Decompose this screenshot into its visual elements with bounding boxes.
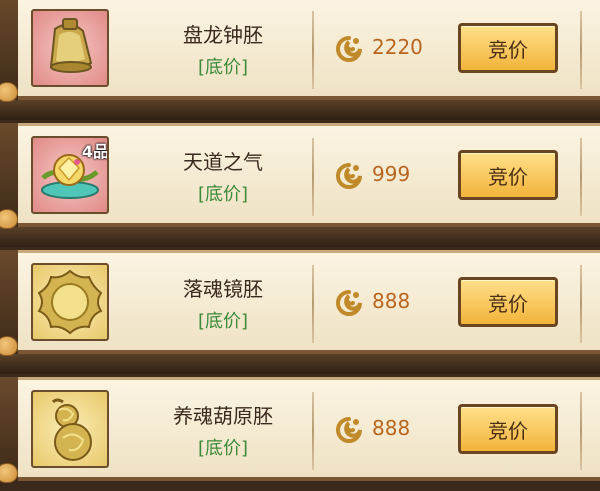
auction-row: 落魂镜胚 [底价] 888 竞价 <box>18 250 600 354</box>
auction-row: 4品 天道之气 [底价] 999 竞价 <box>18 123 600 227</box>
divider <box>580 138 582 216</box>
divider <box>580 265 582 343</box>
coin-dragon-icon <box>336 417 362 443</box>
row-gap <box>0 100 600 120</box>
bid-button[interactable]: 竞价 <box>458 404 558 454</box>
item-name: 落魂镜胚 <box>183 277 263 301</box>
divider <box>312 138 314 216</box>
item-tag: [底价] <box>197 311 249 332</box>
pouch-icon <box>0 82 18 102</box>
mirror-icon <box>37 269 103 335</box>
item-slot[interactable]: 4品 <box>31 136 109 214</box>
item-price: 999 <box>372 162 411 186</box>
divider <box>312 265 314 343</box>
grade-badge: 4品 <box>81 142 109 161</box>
pouch-icon <box>0 209 18 229</box>
coin-dragon-icon <box>336 163 362 189</box>
left-edge <box>0 250 18 356</box>
item-price: 2220 <box>372 35 423 59</box>
bid-button[interactable]: 竞价 <box>458 277 558 327</box>
pouch-icon <box>0 336 18 356</box>
item-name: 盘龙钟胚 <box>183 23 263 47</box>
divider <box>312 11 314 89</box>
bell-icon <box>49 18 93 73</box>
item-tag: [底价] <box>197 438 249 459</box>
item-price: 888 <box>372 289 411 313</box>
item-slot[interactable] <box>31 390 109 468</box>
item-name: 天道之气 <box>183 150 263 174</box>
left-edge <box>0 377 18 483</box>
left-edge <box>0 123 18 229</box>
item-price: 888 <box>372 416 411 440</box>
item-slot[interactable] <box>31 263 109 341</box>
divider <box>580 11 582 89</box>
item-tag: [底价] <box>197 57 249 78</box>
auction-row: 养魂葫原胚 [底价] 888 竞价 <box>18 377 600 481</box>
auction-row: 盘龙钟胚 [底价] 2220 竞价 <box>18 0 600 100</box>
left-edge <box>0 0 18 102</box>
gourd-icon <box>51 398 92 461</box>
bid-button[interactable]: 竞价 <box>458 23 558 73</box>
bid-button[interactable]: 竞价 <box>458 150 558 200</box>
coin-dragon-icon <box>336 36 362 62</box>
item-tag: [底价] <box>197 184 249 205</box>
pouch-icon <box>0 463 18 483</box>
row-gap <box>0 227 600 247</box>
item-slot[interactable] <box>31 9 109 87</box>
item-name: 养魂葫原胚 <box>173 404 273 428</box>
divider <box>580 392 582 470</box>
divider <box>312 392 314 470</box>
row-gap <box>0 354 600 374</box>
coin-dragon-icon <box>336 290 362 316</box>
